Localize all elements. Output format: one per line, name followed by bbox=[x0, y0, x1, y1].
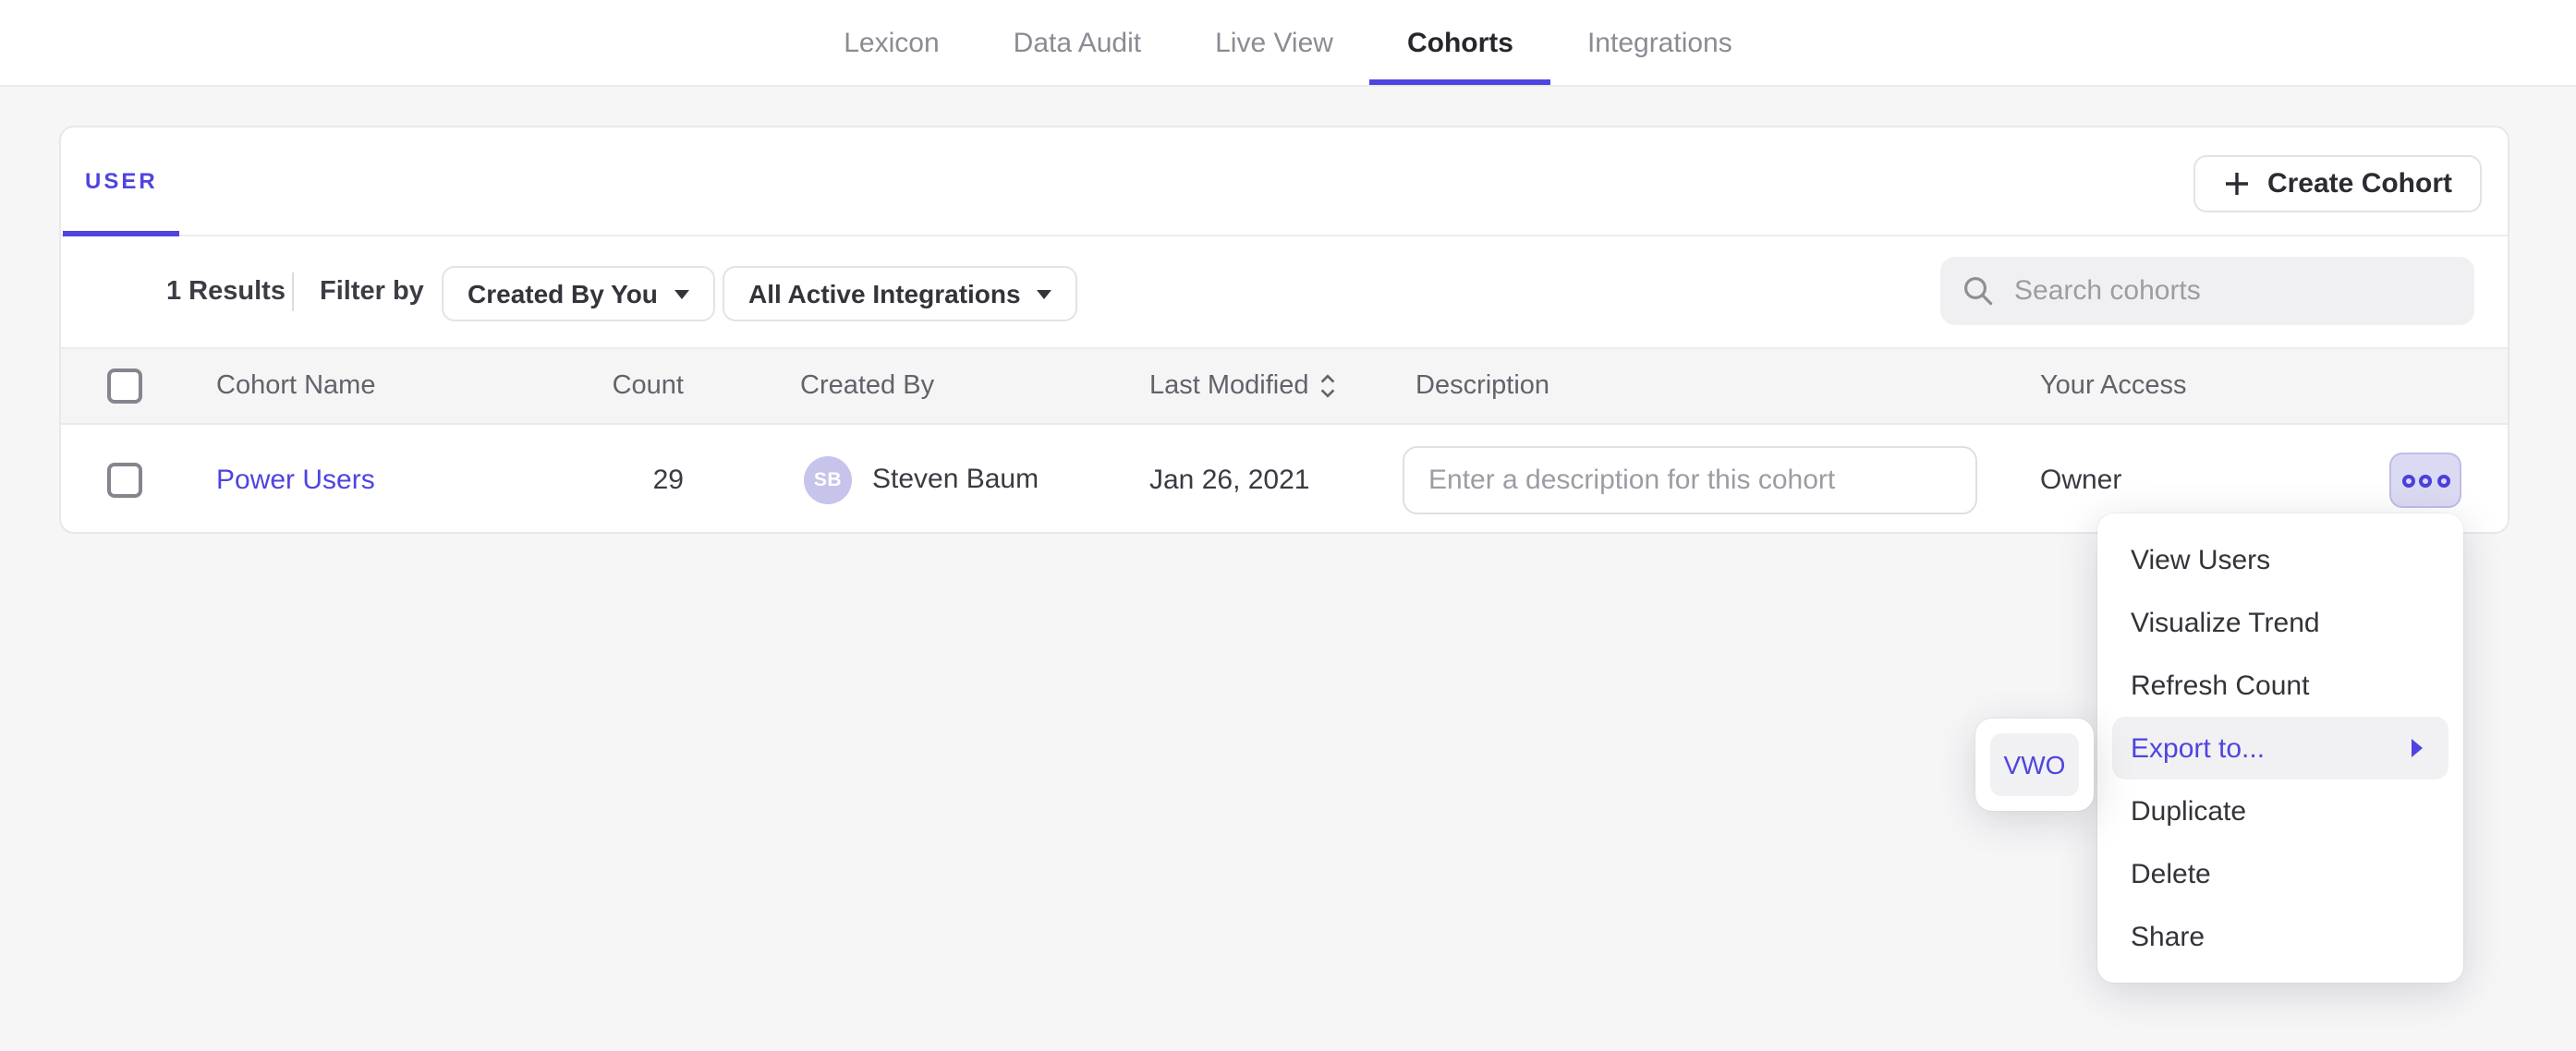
header-description: Description bbox=[1416, 371, 1549, 401]
header-your-access: Your Access bbox=[2040, 371, 2187, 401]
avatar: SB bbox=[804, 455, 852, 503]
panel-tab-row: USER Create Cohort bbox=[61, 127, 2508, 236]
header-cohort-name: Cohort Name bbox=[216, 371, 375, 401]
dot-icon bbox=[2436, 474, 2449, 487]
tab-user-label: USER bbox=[85, 168, 158, 194]
row-more-actions-button[interactable] bbox=[2389, 453, 2461, 508]
nav-tab-lexicon[interactable]: Lexicon bbox=[844, 0, 939, 85]
filter-row: 1 Results Filter by Created By You All A… bbox=[61, 236, 2508, 347]
description-cell bbox=[1403, 445, 1977, 513]
cohort-name-link[interactable]: Power Users bbox=[216, 464, 375, 495]
dot-icon bbox=[2419, 474, 2432, 487]
select-all-checkbox[interactable] bbox=[107, 368, 142, 404]
last-modified-cell: Jan 26, 2021 bbox=[1149, 464, 1310, 495]
submenu-arrow-icon bbox=[2412, 739, 2423, 757]
search-cohorts-input[interactable] bbox=[2011, 273, 2452, 308]
export-submenu: VWO bbox=[1975, 719, 2094, 811]
menu-item-export-to-label: Export to... bbox=[2131, 732, 2265, 764]
chevron-down-icon bbox=[1038, 289, 1052, 298]
created-by-cell: SB Steven Baum bbox=[804, 455, 1039, 503]
search-cohorts-box bbox=[1940, 257, 2474, 325]
top-navigation-bar: Lexicon Data Audit Live View Cohorts Int… bbox=[0, 0, 2576, 87]
integrations-filter-label: All Active Integrations bbox=[748, 279, 1021, 308]
search-icon bbox=[1962, 275, 1994, 307]
header-created-by: Created By bbox=[800, 371, 934, 401]
menu-item-visualize-trend[interactable]: Visualize Trend bbox=[2112, 591, 2448, 654]
submenu-item-vwo[interactable]: VWO bbox=[1990, 733, 2079, 796]
row-checkbox[interactable] bbox=[107, 462, 142, 497]
sort-icon bbox=[1320, 373, 1337, 399]
nav-tab-data-audit[interactable]: Data Audit bbox=[1014, 0, 1141, 85]
table-header-row: Cohort Name Count Created By Last Modifi… bbox=[61, 347, 2508, 425]
cohorts-page: Lexicon Data Audit Live View Cohorts Int… bbox=[0, 0, 2576, 1051]
dot-icon bbox=[2401, 474, 2414, 487]
description-input[interactable] bbox=[1403, 445, 1977, 513]
chevron-down-icon bbox=[674, 289, 689, 298]
menu-item-delete[interactable]: Delete bbox=[2112, 842, 2448, 905]
create-cohort-label: Create Cohort bbox=[2267, 168, 2452, 199]
integrations-filter-dropdown[interactable]: All Active Integrations bbox=[723, 266, 1078, 321]
created-by-filter-dropdown[interactable]: Created By You bbox=[442, 266, 715, 321]
results-count: 1 Results bbox=[166, 277, 286, 307]
cohorts-panel: USER Create Cohort 1 Results Filter by C… bbox=[59, 126, 2509, 534]
created-by-filter-label: Created By You bbox=[468, 279, 658, 308]
nav-tab-integrations[interactable]: Integrations bbox=[1587, 0, 1732, 85]
divider bbox=[292, 272, 294, 311]
create-cohort-button[interactable]: Create Cohort bbox=[2193, 155, 2482, 212]
menu-item-duplicate[interactable]: Duplicate bbox=[2112, 779, 2448, 842]
creator-name: Steven Baum bbox=[872, 464, 1039, 495]
menu-item-refresh-count[interactable]: Refresh Count bbox=[2112, 654, 2448, 717]
nav-tab-live-view[interactable]: Live View bbox=[1215, 0, 1333, 85]
header-count: Count bbox=[588, 371, 684, 401]
nav-tabs: Lexicon Data Audit Live View Cohorts Int… bbox=[0, 0, 2576, 85]
access-value: Owner bbox=[2040, 464, 2121, 495]
tab-user[interactable]: USER bbox=[63, 127, 180, 235]
nav-tab-cohorts[interactable]: Cohorts bbox=[1407, 0, 1513, 85]
header-last-modified-label: Last Modified bbox=[1149, 371, 1309, 401]
menu-item-export-to[interactable]: Export to... bbox=[2112, 717, 2448, 779]
row-actions-menu: View Users Visualize Trend Refresh Count… bbox=[2097, 513, 2463, 983]
menu-item-share[interactable]: Share bbox=[2112, 905, 2448, 968]
plus-icon bbox=[2223, 170, 2251, 198]
header-last-modified[interactable]: Last Modified bbox=[1149, 371, 1337, 401]
cohort-count: 29 bbox=[588, 464, 684, 495]
filter-by-label: Filter by bbox=[320, 277, 424, 307]
menu-item-view-users[interactable]: View Users bbox=[2112, 528, 2448, 591]
